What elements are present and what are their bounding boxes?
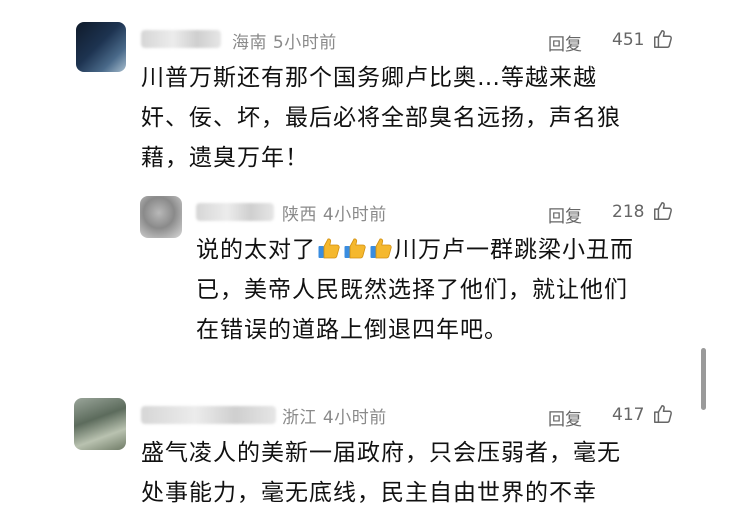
thumbs-up-icon (317, 236, 341, 260)
comment-line: 在错误的道路上倒退四年吧。 (196, 317, 508, 343)
comment-line: 盛气凌人的美新一届政府，只会压弱者，毫无 (141, 440, 621, 466)
avatar[interactable] (74, 398, 126, 450)
like-count: 218 (612, 202, 645, 222)
avatar[interactable] (76, 22, 126, 72)
thumbs-up-icon (369, 236, 393, 260)
reply-button[interactable]: 回复 (548, 30, 582, 55)
reply-button[interactable]: 回复 (548, 202, 582, 227)
like-icon[interactable] (652, 403, 674, 425)
like-count: 451 (612, 30, 645, 50)
location-label: 浙江 (282, 408, 317, 428)
username-blurred[interactable] (141, 406, 276, 424)
location-time: 浙江 4小时前 (282, 403, 387, 428)
comment-text-segment: 川万卢一群跳梁小丑而 (394, 237, 634, 263)
avatar[interactable] (140, 196, 182, 238)
like-count: 417 (612, 405, 645, 425)
comment-line: 奸、佞、坏，最后必将全部臭名远扬，声名狼 (141, 105, 621, 131)
time-label: 4小时前 (322, 408, 387, 428)
like-icon[interactable] (652, 200, 674, 222)
comment-text-segment: 说的太对了 (196, 237, 316, 263)
thumbs-up-icon (343, 236, 367, 260)
comment-line-with-emoji: 说的太对了 川万卢一群跳梁小丑而 (196, 230, 634, 270)
username-blurred[interactable] (196, 203, 274, 221)
username-blurred[interactable] (141, 30, 221, 48)
comment-text: 盛气凌人的美新一届政府，只会压弱者，毫无 处事能力，毫无底线，民主自由世界的不幸 (141, 433, 621, 513)
location-label: 陕西 (282, 205, 317, 225)
like-icon[interactable] (652, 28, 674, 50)
location-time: 陕西 4小时前 (282, 200, 387, 225)
location-time: 海南 5小时前 (232, 28, 337, 53)
location-label: 海南 (232, 33, 267, 53)
comment-text: 说的太对了 川万卢一群跳梁小丑而 已，美帝人民既然选择了他们，就让他们 在错误的道… (196, 230, 634, 350)
comment-text: 川普万斯还有那个国务卿卢比奥…等越来越 奸、佞、坏，最后必将全部臭名远扬，声名狼… (141, 58, 621, 178)
time-label: 5小时前 (272, 33, 337, 53)
reply-button[interactable]: 回复 (548, 405, 582, 430)
comment-line: 已，美帝人民既然选择了他们，就让他们 (196, 277, 628, 303)
scrollbar-thumb[interactable] (701, 348, 706, 410)
time-label: 4小时前 (322, 205, 387, 225)
comment-line: 川普万斯还有那个国务卿卢比奥…等越来越 (141, 65, 597, 91)
comment-line: 藉，遗臭万年！ (141, 145, 309, 171)
comment-line: 处事能力，毫无底线，民主自由世界的不幸 (141, 480, 597, 506)
